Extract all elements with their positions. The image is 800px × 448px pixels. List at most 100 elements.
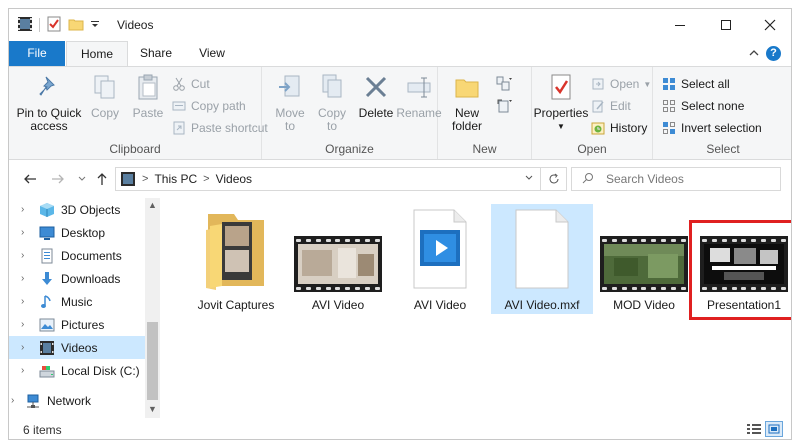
tab-view[interactable]: View (184, 41, 240, 66)
paste-button[interactable]: Paste (127, 71, 169, 120)
back-button[interactable] (21, 170, 39, 188)
expand-chevron-icon[interactable]: › (21, 250, 31, 261)
sidebar-item-videos[interactable]: › Videos (9, 336, 145, 359)
file-name: AVI Video (413, 298, 467, 312)
sidebar-item-3d-objects[interactable]: › 3D Objects (9, 198, 145, 221)
expand-chevron-icon[interactable]: › (21, 273, 31, 284)
invert-selection-button[interactable]: Invert selection (661, 118, 762, 138)
sidebar-item-pictures[interactable]: › Pictures (9, 313, 145, 336)
select-none-button[interactable]: Select none (661, 96, 744, 116)
open-label: Open (610, 77, 640, 91)
sidebar-item-network[interactable]: › Network (9, 389, 145, 412)
copy-to-label: Copy to (317, 106, 346, 133)
explorer-app-icon[interactable] (17, 16, 33, 35)
expand-chevron-icon[interactable]: › (21, 342, 31, 353)
file-item-folder[interactable]: Jovit Captures (185, 204, 287, 314)
file-item-video[interactable]: AVI Video (389, 204, 491, 314)
file-item-video[interactable]: AVI Video (287, 204, 389, 314)
breadcrumb-videos[interactable]: Videos (216, 172, 252, 186)
scroll-up-icon[interactable]: ▲ (145, 200, 160, 215)
select-none-icon (661, 98, 677, 114)
copy-button[interactable]: Copy (85, 71, 125, 120)
breadcrumb-separator[interactable]: > (203, 173, 209, 185)
new-group-label: New (472, 142, 497, 156)
navigation-row: > This PC > Videos Search Videos (9, 160, 791, 198)
file-name: Jovit Captures (197, 298, 275, 312)
easy-access-button[interactable] (496, 96, 512, 116)
history-button[interactable]: History (590, 118, 647, 138)
search-input[interactable]: Search Videos (571, 167, 781, 191)
item-count: 6 items (23, 423, 62, 437)
breadcrumb-this-pc[interactable]: This PC (154, 172, 197, 186)
open-button[interactable]: Open ▼ (590, 74, 651, 94)
help-icon[interactable]: ? (766, 46, 781, 61)
organize-group: Move to Copy to Delete Rename Organize (262, 67, 442, 159)
navigation-scrollbar[interactable]: ▲ ▼ (145, 198, 160, 418)
copy-label: Copy (90, 106, 119, 120)
properties-button[interactable]: Properties ▼ (534, 71, 588, 133)
expand-chevron-icon[interactable]: › (21, 204, 31, 215)
sidebar-item-music[interactable]: › Music (9, 290, 145, 313)
new-item-icon (496, 76, 512, 92)
copy-icon (89, 71, 121, 103)
tab-share[interactable]: Share (128, 41, 184, 66)
select-all-button[interactable]: Select all (661, 74, 730, 94)
window-title: Videos (117, 18, 154, 32)
expand-chevron-icon[interactable]: › (21, 227, 31, 238)
ribbon-tab-row: File Home Share View ? (9, 41, 791, 67)
close-button[interactable] (747, 9, 791, 41)
sidebar-item-desktop[interactable]: › Desktop (9, 221, 145, 244)
tab-file[interactable]: File (9, 41, 65, 66)
pin-quick-access-button[interactable]: Pin to Quick access (13, 71, 85, 133)
refresh-button[interactable] (541, 167, 567, 191)
maximize-button[interactable] (703, 9, 749, 41)
sidebar-item-local-disk[interactable]: › Local Disk (C:) (9, 359, 145, 382)
paste-shortcut-button[interactable]: Paste shortcut (171, 118, 268, 138)
scissors-icon (171, 76, 187, 92)
search-icon (582, 172, 594, 187)
large-icons-view-icon (768, 424, 780, 434)
move-to-button[interactable]: Move to (270, 71, 310, 133)
sidebar-item-documents[interactable]: › Documents (9, 244, 145, 267)
forward-button[interactable] (49, 170, 67, 188)
up-arrow-icon (97, 173, 107, 185)
large-icons-view-button[interactable] (765, 421, 783, 437)
recent-locations-button[interactable] (73, 170, 91, 188)
scroll-down-icon[interactable]: ▼ (145, 404, 160, 419)
videos-icon (39, 340, 55, 356)
expand-chevron-icon[interactable]: › (21, 296, 31, 307)
tab-home[interactable]: Home (66, 41, 128, 67)
file-item-blank[interactable]: AVI Video.mxf (491, 204, 593, 314)
copy-to-button[interactable]: Copy to (312, 71, 352, 133)
new-item-button[interactable] (496, 74, 512, 94)
new-folder-qat-icon[interactable] (68, 16, 84, 35)
sidebar-item-downloads[interactable]: › Downloads (9, 267, 145, 290)
delete-button[interactable]: Delete (356, 71, 396, 120)
copy-path-button[interactable]: Copy path (171, 96, 246, 116)
expand-chevron-icon[interactable]: › (21, 319, 31, 330)
history-icon (590, 120, 606, 136)
collapse-ribbon-icon[interactable] (749, 47, 759, 61)
up-button[interactable] (93, 170, 111, 188)
minimize-button[interactable] (657, 9, 703, 41)
address-bar[interactable]: > This PC > Videos (115, 167, 541, 191)
organize-group-label: Organize (325, 142, 374, 156)
cut-button[interactable]: Cut (171, 74, 210, 94)
select-group-label: Select (706, 142, 740, 156)
address-dropdown-icon[interactable] (524, 173, 534, 186)
sidebar-item-label: Videos (61, 340, 98, 355)
qat-dropdown-icon[interactable] (90, 18, 100, 32)
expand-chevron-icon[interactable]: › (21, 365, 31, 376)
breadcrumb-separator[interactable]: > (142, 173, 148, 185)
easy-access-icon (496, 98, 512, 114)
details-view-button[interactable] (745, 421, 763, 437)
new-folder-button[interactable]: New folder (446, 71, 488, 133)
highlight-box (689, 220, 791, 320)
select-all-icon (661, 76, 677, 92)
file-item-video[interactable]: MOD Video (593, 204, 695, 314)
rename-button[interactable]: Rename (396, 71, 442, 120)
scrollbar-thumb[interactable] (147, 322, 158, 400)
properties-check-icon[interactable] (46, 16, 62, 35)
expand-chevron-icon[interactable]: › (11, 395, 21, 406)
edit-button[interactable]: Edit (590, 96, 631, 116)
